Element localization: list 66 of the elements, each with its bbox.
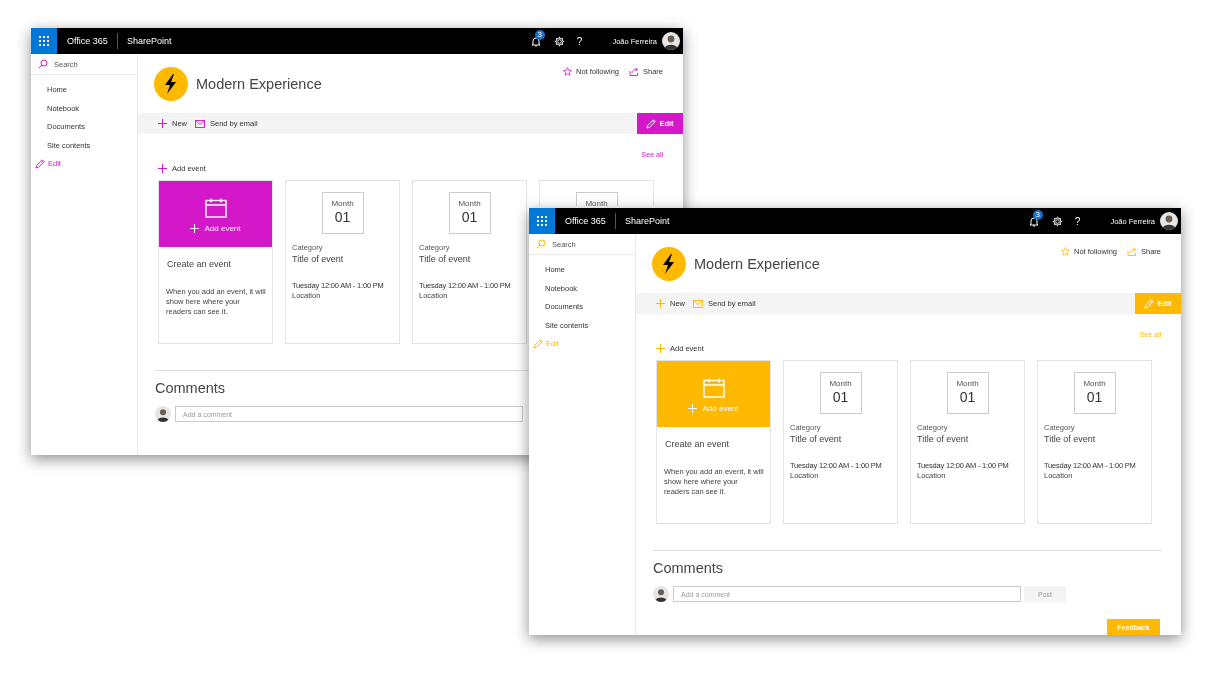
plus-icon [190,223,200,233]
pencil-icon [646,118,657,129]
plus-icon [158,163,167,173]
day-number: 01 [959,389,976,405]
month-label: Month [331,199,354,208]
comments-heading: Comments [155,380,227,396]
app-title[interactable]: SharePoint [624,216,670,226]
pencil-icon [1144,298,1155,309]
app-launcher-icon[interactable] [529,208,555,234]
star-icon [563,67,573,76]
notification-count: 3 [534,29,545,40]
card-title: Create an event [167,259,233,269]
calendar-icon [702,377,725,398]
suite-title[interactable]: Office 365 [67,36,108,46]
bell-icon[interactable] [530,35,541,47]
site-title: Modern Experience [694,255,820,272]
event-title: Title of event [292,254,345,264]
comments-heading: Comments [653,560,725,576]
help-button[interactable]: ? [1074,215,1081,227]
pencil-icon [533,339,543,349]
card-title: Create an event [665,439,731,449]
month-label: Month [585,199,608,206]
month-label: Month [1083,379,1106,388]
avatar-icon [653,586,669,602]
star-icon [1061,247,1071,256]
day-number: 01 [461,209,478,225]
event-card[interactable]: Month [539,180,654,206]
settings-icon[interactable] [1051,215,1063,227]
day-number: 01 [832,389,849,405]
envelope-icon [693,299,703,308]
add-event-label: Add event [190,223,241,233]
help-button[interactable]: ? [576,35,583,47]
plus-icon [656,299,665,308]
site-title: Modern Experience [196,75,322,92]
search-icon [536,239,546,249]
notification-count: 3 [1032,209,1043,220]
plus-icon [158,119,167,128]
app-title[interactable]: SharePoint [126,36,172,46]
event-title: Title of event [419,254,472,264]
settings-icon[interactable] [553,35,565,47]
pencil-icon [35,159,45,169]
event-title: Title of event [790,434,843,444]
add-event-label: Add event [688,403,739,413]
calendar-icon [204,197,227,218]
plus-icon [656,343,665,353]
share-icon [1127,247,1137,256]
suite-title[interactable]: Office 365 [565,216,606,226]
app-launcher-icon[interactable] [31,28,57,54]
share-icon [629,67,639,76]
plus-icon [688,403,698,413]
bell-icon[interactable] [1028,215,1039,227]
search-icon [38,59,48,69]
envelope-icon [195,119,205,128]
site-logo-icon [652,246,686,281]
day-number: 01 [1086,389,1103,405]
month-label: Month [458,199,481,208]
event-title: Title of event [917,434,970,444]
event-title: Title of event [1044,434,1097,444]
avatar-icon[interactable] [662,32,680,50]
site-logo-icon [154,66,188,101]
day-number: 01 [334,209,351,225]
avatar-icon[interactable] [1160,212,1178,230]
month-label: Month [956,379,979,388]
add-event-tile[interactable]: Add event [159,181,272,247]
month-label: Month [829,379,852,388]
avatar-icon [155,406,171,422]
